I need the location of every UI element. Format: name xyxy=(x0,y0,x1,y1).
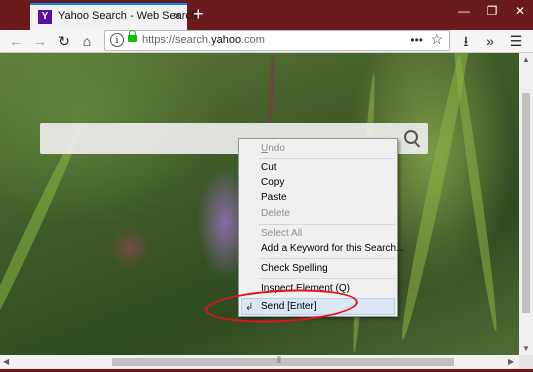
tab-yahoo-search[interactable]: Y Yahoo Search - Web Search × xyxy=(30,3,197,30)
menu-item-delete: Delete xyxy=(261,208,290,219)
horizontal-scroll-thumb[interactable]: ⦀ xyxy=(112,355,454,366)
search-icon[interactable] xyxy=(404,130,418,144)
menu-item-cut[interactable]: Cut xyxy=(261,160,277,175)
home-icon[interactable]: ⌂ xyxy=(77,31,97,51)
minimize-icon[interactable]: — xyxy=(450,0,478,22)
menu-item-undo: Undo xyxy=(261,143,285,154)
menu-item-paste[interactable]: Paste xyxy=(261,190,287,205)
grass-blade xyxy=(0,122,87,355)
tab-close-icon[interactable]: × xyxy=(173,8,181,23)
back-icon[interactable]: ← xyxy=(6,31,26,51)
new-tab-button[interactable]: + xyxy=(193,5,204,23)
menu-item-check-spelling[interactable]: Check Spelling xyxy=(261,261,328,276)
vertical-scroll-thumb[interactable] xyxy=(522,93,530,313)
menu-item-select-all: Select All xyxy=(261,228,303,239)
vertical-scrollbar[interactable]: ▲ ▼ xyxy=(519,53,533,355)
scroll-right-icon[interactable]: ▶ xyxy=(508,357,514,366)
reload-icon[interactable]: ↻ xyxy=(54,31,74,51)
yahoo-favicon-icon: Y xyxy=(38,10,52,24)
menu-separator xyxy=(259,278,395,279)
menu-item-add-keyword[interactable]: Add a Keyword for this Search... xyxy=(261,241,404,256)
maximize-icon[interactable]: ❐ xyxy=(478,0,506,22)
menu-separator xyxy=(259,258,395,259)
horizontal-scrollbar[interactable]: ◀ ⦀ ▶ xyxy=(0,355,519,369)
downloads-icon[interactable]: ⭳ xyxy=(456,31,476,51)
forward-icon[interactable]: → xyxy=(30,31,50,51)
url-text[interactable]: https://search.yahoo.com xyxy=(142,34,265,46)
scroll-up-icon[interactable]: ▲ xyxy=(522,55,530,64)
address-bar[interactable]: i https://search.yahoo.com ••• ☆ xyxy=(104,30,450,51)
hamburger-menu-icon[interactable]: ☰ xyxy=(506,31,526,51)
navigation-toolbar: ← → ↻ ⌂ i https://search.yahoo.com ••• ☆… xyxy=(0,30,533,53)
lock-icon xyxy=(128,30,137,42)
menu-separator xyxy=(259,158,395,159)
overflow-icon[interactable]: » xyxy=(480,31,500,51)
close-window-icon[interactable]: ✕ xyxy=(506,0,533,22)
bookmark-star-icon[interactable]: ☆ xyxy=(430,31,443,48)
menu-item-copy[interactable]: Copy xyxy=(261,175,284,190)
scroll-left-icon[interactable]: ◀ xyxy=(3,357,9,366)
scroll-grip-icon: ⦀ xyxy=(277,355,281,365)
menu-separator xyxy=(259,224,395,225)
page-actions-icon[interactable]: ••• xyxy=(410,33,423,47)
site-info-icon[interactable]: i xyxy=(110,33,124,47)
title-bar: Y Yahoo Search - Web Search × + — ❐ ✕ xyxy=(0,0,533,30)
scroll-down-icon[interactable]: ▼ xyxy=(522,344,530,353)
browser-window: Y Yahoo Search - Web Search × + — ❐ ✕ ← … xyxy=(0,0,533,372)
